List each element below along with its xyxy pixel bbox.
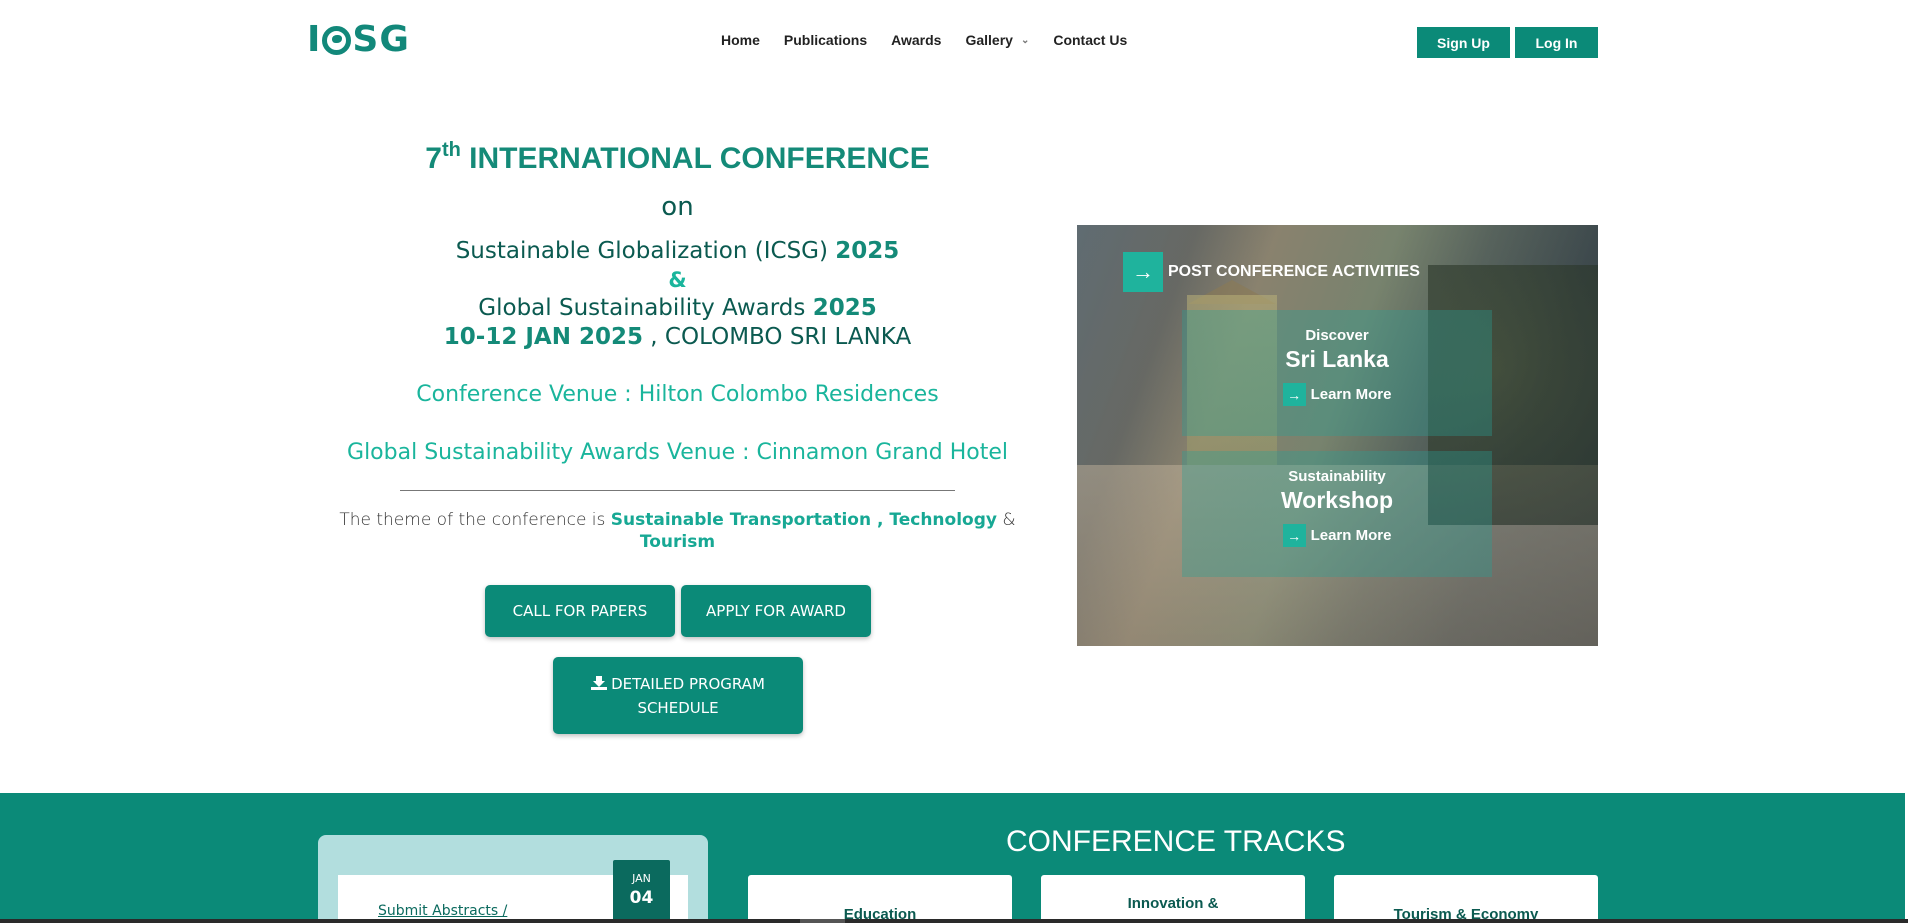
conference-name-text: Sustainable Globalization (ICSG) — [455, 238, 836, 264]
track-innovation[interactable]: Innovation & — [1041, 875, 1305, 923]
theme-technology: Technology — [889, 510, 997, 530]
conference-year: 2025 — [835, 238, 900, 264]
conference-name: Sustainable Globalization (ICSG) 2025 — [300, 237, 1055, 266]
globe-icon — [322, 25, 352, 55]
signup-button[interactable]: Sign Up — [1417, 27, 1510, 58]
nav-publications[interactable]: Publications — [784, 32, 867, 48]
logo-i: I — [307, 19, 322, 60]
site-header: I SG Home Publications Awards Gallery ⌄ Co… — [0, 0, 1908, 85]
track-education[interactable]: Education — [748, 875, 1012, 923]
schedule-label: DETAILED PROGRAM SCHEDULE — [591, 672, 765, 720]
download-icon — [591, 675, 608, 690]
learn-more-label: Learn More — [1310, 527, 1392, 544]
discover-sri-lanka-card[interactable]: Discover Sri Lanka → Learn More — [1182, 310, 1492, 436]
date-badge: JAN 04 — [613, 860, 670, 922]
theme-separator: , — [871, 510, 890, 530]
login-button[interactable]: Log In — [1515, 27, 1598, 58]
divider — [400, 490, 955, 491]
learn-more-link[interactable]: → Learn More — [1282, 383, 1392, 406]
title-rest: INTERNATIONAL CONFERENCE — [469, 142, 930, 175]
nav-home-label: Home — [721, 32, 760, 48]
date-card: Submit Abstracts / JAN 04 — [338, 860, 688, 923]
hero-section: 7th INTERNATIONAL CONFERENCE on Sustaina… — [300, 130, 1055, 553]
theme-tourism: Tourism — [639, 532, 716, 552]
call-for-papers-button[interactable]: CALL FOR PAPERS — [485, 585, 675, 637]
nav-home[interactable]: Home — [721, 32, 760, 48]
date-location: 10-12 JAN 2025 , COLOMBO SRI LANKA — [300, 323, 1055, 352]
date-day: 04 — [629, 888, 654, 908]
card-kicker: Sustainability — [1288, 468, 1386, 485]
conference-venue: Conference Venue : Hilton Colombo Reside… — [416, 382, 939, 407]
learn-more-label: Learn More — [1310, 386, 1392, 403]
cta-row: CALL FOR PAPERS APPLY FOR AWARD — [485, 585, 871, 637]
nav-publications-label: Publications — [783, 32, 868, 48]
card-heading: Workshop — [1280, 487, 1394, 513]
ampersand: & — [668, 268, 687, 292]
theme-text: The theme of the conference is Sustainab… — [300, 509, 1055, 553]
schedule-label-line1: DETAILED PROGRAM — [611, 674, 765, 693]
ordinal-suffix: th — [441, 139, 461, 161]
logo-sg: SG — [352, 19, 410, 60]
arrow-right-icon: → — [1282, 383, 1306, 406]
scrollbar-thumb[interactable] — [800, 919, 845, 923]
theme-prefix: The theme of the conference is — [339, 510, 611, 530]
track-tourism-economy[interactable]: Tourism & Economy — [1334, 875, 1598, 923]
arrow-right-icon: → — [1282, 524, 1306, 547]
learn-more-link[interactable]: → Learn More — [1282, 524, 1392, 547]
theme-transport: Sustainable Transportation — [610, 510, 872, 530]
ordinal: 7 — [425, 142, 442, 175]
apply-for-award-button[interactable]: APPLY FOR AWARD — [681, 585, 871, 637]
nav-awards-label: Awards — [891, 32, 942, 48]
main-nav: Home Publications Awards Gallery ⌄ Contac… — [721, 32, 1151, 48]
sustainability-workshop-card[interactable]: Sustainability Workshop → Learn More — [1182, 451, 1492, 577]
conference-location: , COLOMBO SRI LANKA — [643, 324, 912, 350]
conference-dates: 10-12 JAN 2025 — [443, 324, 643, 350]
conference-title: 7th INTERNATIONAL CONFERENCE — [300, 130, 1055, 179]
chevron-down-icon: ⌄ — [1020, 34, 1030, 46]
on-text: on — [661, 192, 694, 222]
schedule-label-line2: SCHEDULE — [637, 698, 719, 717]
awards-year: 2025 — [812, 295, 877, 321]
site-logo[interactable]: I SG — [307, 22, 410, 58]
awards-name-text: Global Sustainability Awards — [478, 295, 813, 321]
panel-header: → POST CONFERENCE ACTIVITIES — [1123, 252, 1420, 292]
nav-gallery-label: Gallery — [965, 32, 1013, 48]
awards-venue: Global Sustainability Awards Venue : Cin… — [347, 440, 1008, 465]
nav-gallery[interactable]: Gallery ⌄ — [965, 32, 1029, 48]
nav-awards[interactable]: Awards — [891, 32, 941, 48]
horizontal-scrollbar[interactable] — [0, 919, 1908, 923]
submit-abstracts-link[interactable]: Submit Abstracts / — [378, 903, 507, 919]
nav-contact[interactable]: Contact Us — [1053, 32, 1127, 48]
date-month: JAN — [632, 872, 651, 885]
important-dates-box: Submit Abstracts / JAN 04 — [318, 835, 708, 923]
card-kicker: Discover — [1305, 327, 1369, 344]
panel-title: POST CONFERENCE ACTIVITIES — [1168, 263, 1420, 280]
tracks-band: Submit Abstracts / JAN 04 CONFERENCE TRA… — [0, 793, 1905, 923]
arrow-right-icon: → — [1123, 252, 1163, 292]
card-heading: Sri Lanka — [1285, 346, 1389, 372]
nav-contact-label: Contact Us — [1053, 32, 1128, 48]
tracks-title: CONFERENCE TRACKS — [1006, 825, 1346, 858]
theme-ampersand: & — [996, 510, 1016, 530]
program-schedule-button[interactable]: DETAILED PROGRAM SCHEDULE — [553, 657, 803, 734]
post-conference-panel: → POST CONFERENCE ACTIVITIES Discover Sr… — [1077, 225, 1598, 646]
awards-name: Global Sustainability Awards 2025 — [300, 294, 1055, 323]
